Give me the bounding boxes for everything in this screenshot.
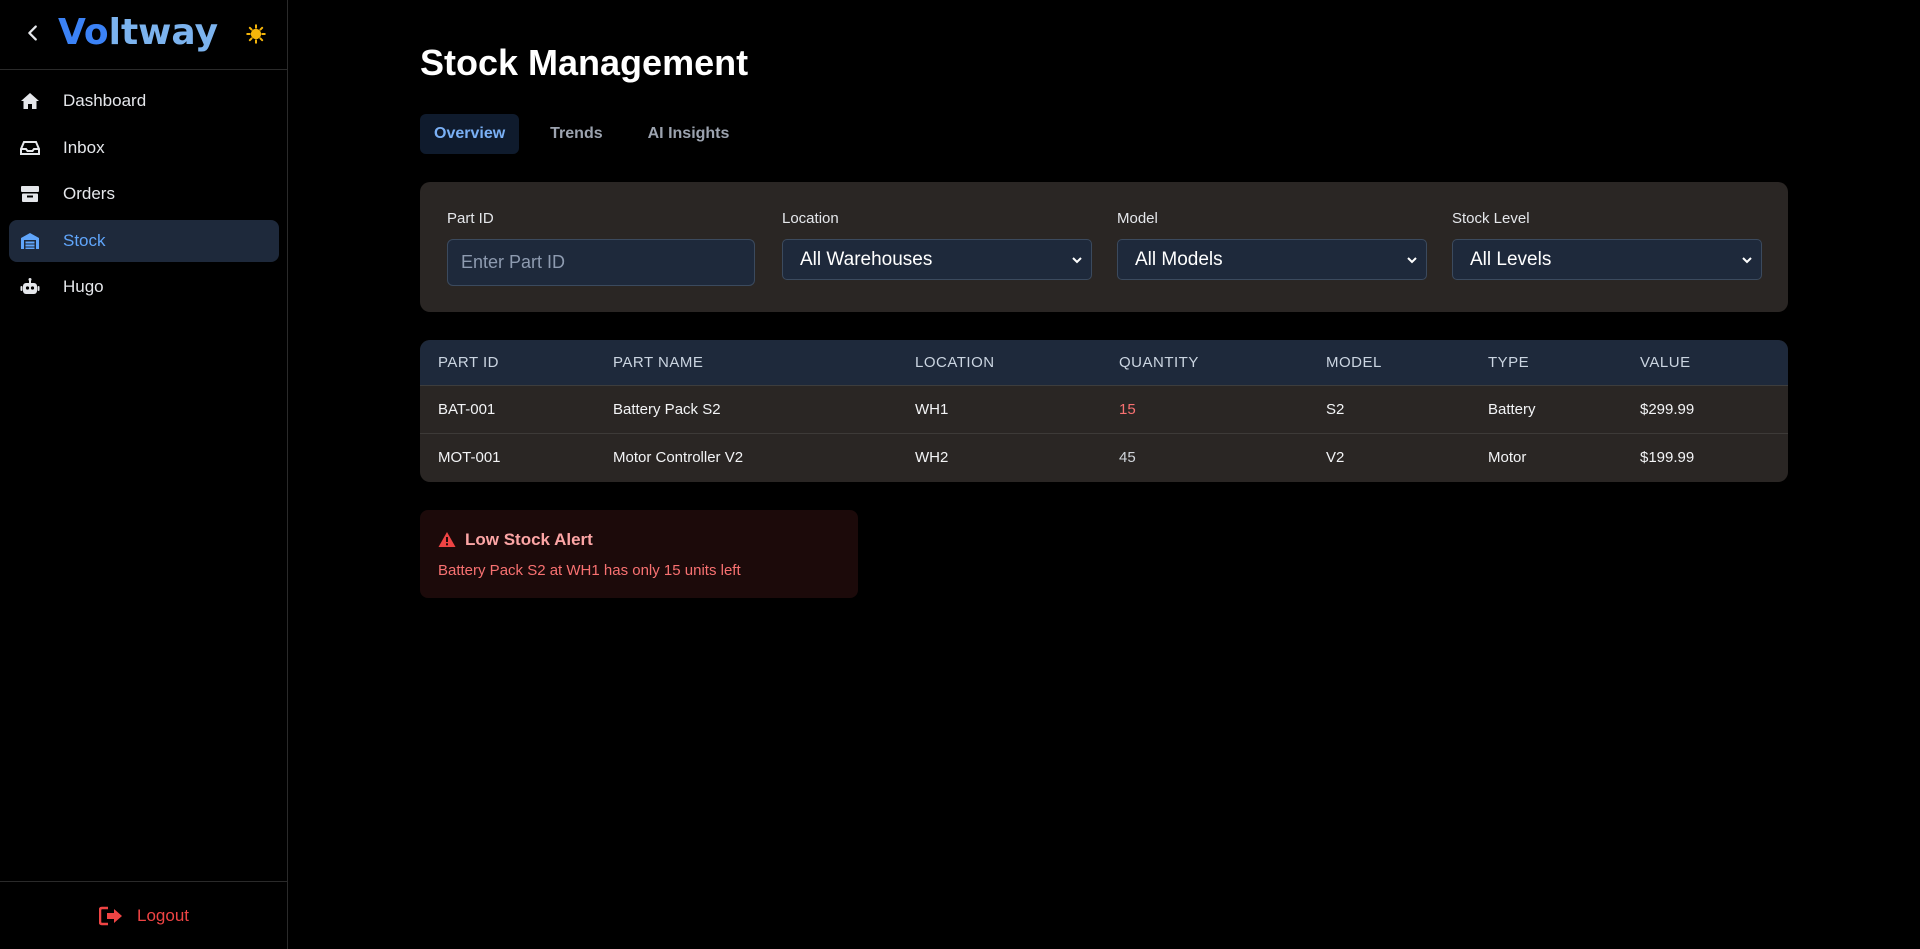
location-select-value: All Warehouses (800, 248, 933, 270)
cell-part-id: BAT-001 (438, 401, 496, 418)
tab-trends[interactable]: Trends (536, 114, 616, 154)
table-row[interactable]: MOT-001 Motor Controller V2 WH2 45 V2 Mo… (420, 434, 1788, 482)
page-title: Stock Management (420, 42, 749, 83)
logout-button[interactable]: Logout (99, 906, 189, 926)
part-id-label: Part ID (447, 210, 494, 227)
stock-level-select-value: All Levels (1470, 248, 1552, 270)
column-header-value[interactable]: VALUE (1640, 354, 1691, 371)
stock-level-label: Stock Level (1452, 210, 1530, 227)
table-header: PART ID PART NAME LOCATION QUANTITY MODE… (420, 340, 1788, 386)
box-icon (20, 185, 40, 203)
chevron-left-icon[interactable] (22, 22, 44, 44)
model-label: Model (1117, 210, 1158, 227)
sidebar-item-label: Stock (63, 230, 106, 250)
chevron-down-icon (1742, 256, 1752, 263)
table-row[interactable]: BAT-001 Battery Pack S2 WH1 15 S2 Batter… (420, 386, 1788, 434)
cell-model: V2 (1326, 449, 1345, 466)
chevron-down-icon (1072, 256, 1082, 263)
filter-model: Model All Models (1117, 210, 1427, 280)
cell-location: WH1 (915, 401, 949, 418)
sidebar: Voltway Dashboard Inbox Orders Stock Hug… (0, 0, 288, 949)
low-stock-alert: Low Stock Alert Battery Pack S2 at WH1 h… (420, 510, 858, 598)
stock-level-select[interactable]: All Levels (1452, 239, 1762, 280)
cell-part-name: Motor Controller V2 (613, 449, 744, 466)
alert-message: Battery Pack S2 at WH1 has only 15 units… (438, 562, 741, 579)
column-header-part-id[interactable]: PART ID (438, 354, 499, 371)
filter-location: Location All Warehouses (782, 210, 1092, 280)
logout-label: Logout (137, 905, 189, 925)
sidebar-item-label: Dashboard (63, 91, 147, 110)
location-select[interactable]: All Warehouses (782, 239, 1092, 280)
sidebar-nav: Dashboard Inbox Orders Stock Hugo (9, 80, 279, 313)
sidebar-footer: Logout (0, 881, 288, 949)
sidebar-item-inbox[interactable]: Inbox (9, 127, 279, 169)
column-header-quantity[interactable]: QUANTITY (1119, 354, 1199, 371)
sidebar-item-hugo[interactable]: Hugo (9, 266, 279, 308)
sidebar-item-stock[interactable]: Stock (9, 219, 279, 262)
sidebar-header: Voltway (0, 0, 287, 70)
location-label: Location (782, 210, 839, 227)
part-id-placeholder: Enter Part ID (461, 252, 566, 272)
cell-location: WH2 (915, 449, 949, 466)
cell-quantity: 45 (1119, 449, 1136, 466)
chevron-down-icon (1407, 256, 1417, 263)
column-header-model[interactable]: MODEL (1326, 354, 1382, 371)
column-header-type[interactable]: TYPE (1488, 354, 1529, 371)
theme-toggle-sun-icon[interactable] (246, 24, 266, 44)
filter-stock-level: Stock Level All Levels (1452, 210, 1762, 280)
cell-part-name: Battery Pack S2 (613, 401, 721, 418)
sidebar-item-dashboard[interactable]: Dashboard (9, 80, 279, 122)
logout-icon (99, 906, 122, 925)
tab-overview[interactable]: Overview (420, 114, 520, 154)
filter-part-id: Part ID Enter Part ID (447, 210, 755, 286)
stock-table: PART ID PART NAME LOCATION QUANTITY MODE… (420, 340, 1788, 482)
model-select-value: All Models (1135, 248, 1223, 270)
filter-panel: Part ID Enter Part ID Location All Wareh… (420, 182, 1788, 312)
sidebar-item-orders[interactable]: Orders (9, 173, 279, 215)
sidebar-item-label: Hugo (63, 277, 104, 296)
column-header-location[interactable]: LOCATION (915, 354, 995, 371)
part-id-input[interactable]: Enter Part ID (447, 239, 755, 286)
cell-quantity: 15 (1119, 401, 1136, 418)
tab-bar: Overview Trends AI Insights (420, 114, 760, 154)
tab-ai-insights[interactable]: AI Insights (634, 114, 744, 154)
cell-model: S2 (1326, 401, 1345, 418)
alert-title: Low Stock Alert (465, 530, 593, 549)
cell-value: $199.99 (1640, 449, 1695, 466)
warning-triangle-icon (438, 532, 456, 547)
sidebar-item-label: Inbox (63, 137, 105, 157)
home-icon (20, 92, 40, 110)
cell-type: Motor (1488, 449, 1527, 466)
model-select[interactable]: All Models (1117, 239, 1427, 280)
sidebar-item-label: Orders (63, 184, 115, 203)
app-logo: Voltway (58, 12, 219, 53)
inbox-icon (20, 139, 40, 157)
column-header-part-name[interactable]: PART NAME (613, 354, 703, 371)
cell-type: Battery (1488, 401, 1536, 418)
warehouse-icon (20, 232, 40, 250)
robot-icon (20, 278, 40, 296)
cell-part-id: MOT-001 (438, 449, 501, 466)
cell-value: $299.99 (1640, 401, 1695, 418)
